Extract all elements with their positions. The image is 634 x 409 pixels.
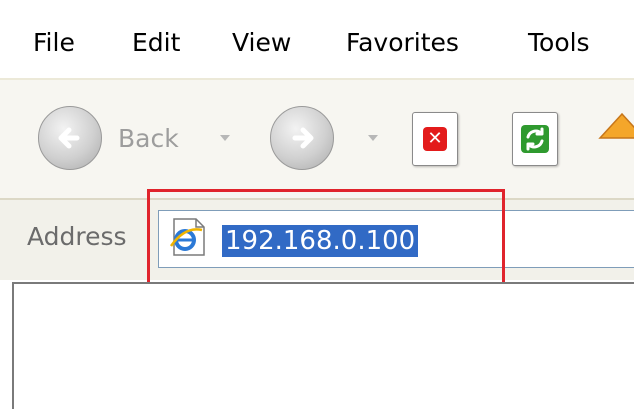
stop-icon: ✕ [423, 127, 447, 151]
refresh-icon [521, 125, 549, 153]
menu-edit[interactable]: Edit [132, 28, 180, 58]
back-button[interactable] [38, 106, 102, 170]
menu-bar: File Edit View Favorites Tools [0, 0, 634, 80]
highlight-box [147, 189, 505, 295]
menu-tools[interactable]: Tools [528, 28, 590, 58]
menu-favorites[interactable]: Favorites [346, 28, 459, 58]
address-label: Address [27, 222, 127, 251]
menu-file[interactable]: File [33, 28, 75, 58]
menu-view[interactable]: View [232, 28, 291, 58]
page-content [12, 282, 634, 409]
back-dropdown-arrow-icon[interactable] [220, 135, 230, 141]
back-button-label[interactable]: Back [118, 124, 179, 154]
stop-button[interactable]: ✕ [412, 112, 458, 166]
refresh-button[interactable] [512, 112, 558, 166]
forward-arrow-icon [292, 127, 314, 149]
home-icon[interactable] [598, 108, 634, 148]
back-arrow-icon [58, 127, 80, 149]
forward-button[interactable] [270, 106, 334, 170]
forward-dropdown-arrow-icon[interactable] [368, 135, 378, 141]
